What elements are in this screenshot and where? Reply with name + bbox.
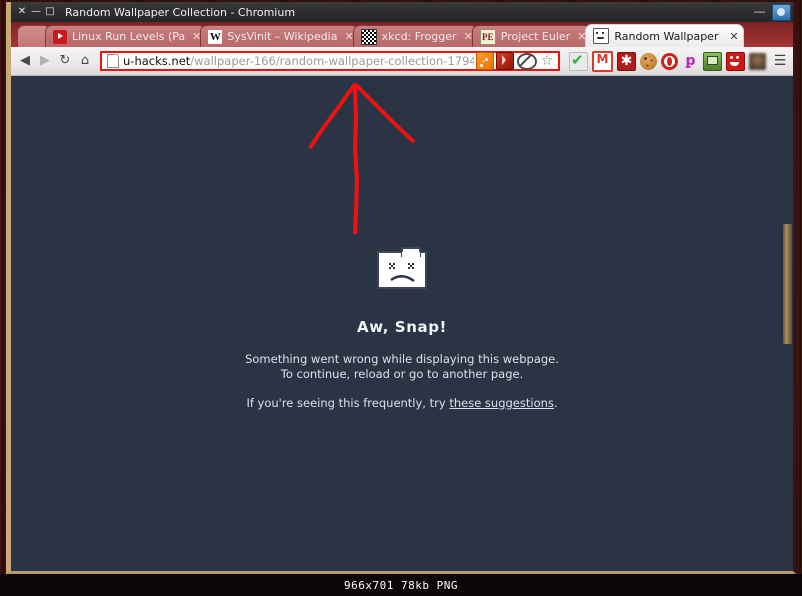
page-viewport: Aw, Snap! Something went wrong while dis… xyxy=(11,76,793,571)
tab-label: Linux Run Levels (Pa xyxy=(72,30,186,43)
address-bar[interactable]: u-hacks.net/wallpaper-166/random-wallpap… xyxy=(100,51,560,71)
gmail-extension-icon[interactable]: M xyxy=(592,50,613,72)
noscript-icon[interactable] xyxy=(517,52,537,70)
error-suggestions-suffix: . xyxy=(553,396,558,410)
forward-button[interactable]: ▶ xyxy=(35,54,55,68)
cookie-extension-icon[interactable] xyxy=(640,52,657,70)
error-suggestions-prefix: If you're seeing this frequently, try xyxy=(246,396,450,410)
tab-project-euler[interactable]: PE Project Euler ✕ xyxy=(471,25,592,47)
checkmark-extension-icon[interactable] xyxy=(569,51,588,71)
project-euler-icon: PE xyxy=(479,28,496,45)
tab-xkcd-frogger[interactable]: xkcd: Frogger ✕ xyxy=(352,25,478,47)
tab-close-icon[interactable]: ✕ xyxy=(729,31,738,42)
green-monitor-extension-icon[interactable] xyxy=(703,51,722,71)
red-arrow-annotation xyxy=(308,82,416,235)
user-avatar-icon[interactable] xyxy=(749,52,766,70)
opera-stop-extension-icon[interactable] xyxy=(661,52,678,70)
error-suggestions-line: If you're seeing this frequently, try th… xyxy=(11,396,793,410)
rss-icon[interactable] xyxy=(476,52,494,70)
error-message-line-1: Something went wrong while displaying th… xyxy=(245,352,559,366)
address-bar-url: u-hacks.net/wallpaper-166/random-wallpap… xyxy=(123,54,474,68)
tab-sysvinit-wikipedia[interactable]: W SysVinit – Wikipedia ✕ xyxy=(200,25,359,47)
url-path: /wallpaper-166/random-wallpaper-collecti… xyxy=(190,54,474,68)
tab-random-wallpaper-collection[interactable]: Random Wallpaper C ✕ xyxy=(585,24,744,47)
page-document-icon xyxy=(107,54,119,68)
flash-block-icon[interactable] xyxy=(496,52,514,70)
window-title-text: Random Wallpaper Collection - Chromium xyxy=(65,5,296,19)
tab-label: Random Wallpaper C xyxy=(614,29,723,43)
scrollbar-thumb[interactable] xyxy=(783,224,792,344)
titlebar-minimize-icon[interactable]: — xyxy=(750,6,769,18)
screenshot-canvas: ✕ — □ Random Wallpaper Collection - Chro… xyxy=(0,0,802,596)
extension-toolbar: M ✱ ꝑ xyxy=(569,50,768,72)
bookmark-star-icon[interactable]: ☆ xyxy=(539,53,555,69)
window-title-bar: ✕ — □ Random Wallpaper Collection - Chro… xyxy=(11,2,793,22)
back-button[interactable]: ◀ xyxy=(15,54,35,68)
these-suggestions-link[interactable]: these suggestions xyxy=(449,396,554,410)
tab-label: Project Euler xyxy=(500,30,571,43)
tab-label: SysVinit – Wikipedia xyxy=(227,30,338,43)
window-close-button[interactable]: ✕ xyxy=(15,7,29,17)
url-host: u-hacks.net xyxy=(123,54,191,68)
image-status-text: 966x701 78kb PNG xyxy=(344,578,458,592)
sad-page-icon xyxy=(593,28,610,44)
titlebar-app-icon[interactable] xyxy=(772,3,791,21)
window-minimize-button[interactable]: — xyxy=(29,7,43,17)
chromium-browser-window: ✕ — □ Random Wallpaper Collection - Chro… xyxy=(6,2,796,574)
asterisk-extension-icon[interactable]: ✱ xyxy=(617,51,636,71)
youtube-icon xyxy=(53,29,67,44)
page-vertical-scrollbar[interactable] xyxy=(781,76,793,571)
tab-strip: Linux Run Levels (Pa ✕ W SysVinit – Wiki… xyxy=(11,22,793,47)
hamburger-menu-icon[interactable]: ☰ xyxy=(771,53,789,69)
error-page-content: Aw, Snap! Something went wrong while dis… xyxy=(11,246,793,410)
home-button[interactable]: ⌂ xyxy=(75,54,95,68)
error-message-line-2: To continue, reload or go to another pag… xyxy=(280,367,524,381)
tab-label: xkcd: Frogger xyxy=(381,30,457,43)
reload-button[interactable]: ↻ xyxy=(55,54,75,68)
error-heading: Aw, Snap! xyxy=(356,318,447,336)
window-maximize-button[interactable]: □ xyxy=(43,7,57,17)
wikipedia-icon: W xyxy=(208,29,223,44)
sad-folder-icon xyxy=(376,246,428,290)
tab-linux-run-levels[interactable]: Linux Run Levels (Pa ✕ xyxy=(45,25,207,47)
red-smiley-extension-icon[interactable] xyxy=(726,51,745,71)
xkcd-icon xyxy=(360,28,377,45)
image-status-bar: 966x701 78kb PNG xyxy=(0,574,802,596)
purple-extension-icon[interactable]: ꝑ xyxy=(682,53,699,70)
browser-toolbar: ◀ ▶ ↻ ⌂ u-hacks.net/wallpaper-166/random… xyxy=(11,47,793,76)
title-bar-right-controls: — xyxy=(750,2,791,22)
